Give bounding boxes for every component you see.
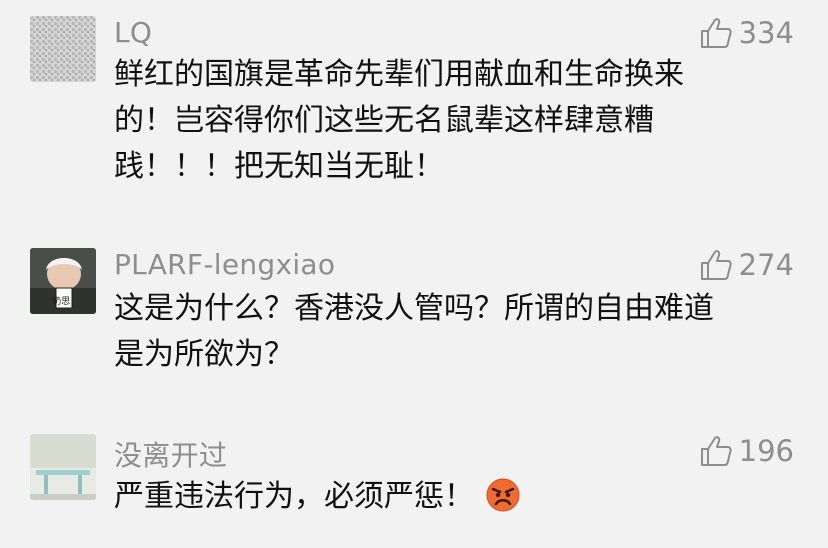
comment-text: 严重违法行为，必须严惩！	[114, 474, 794, 520]
avatar-image	[30, 16, 96, 82]
comment-line: 的！岂容得你们这些无名鼠辈这样肆意糟	[114, 103, 654, 138]
username[interactable]: PLARF-lengxiao	[114, 248, 335, 281]
username[interactable]: LQ	[114, 16, 152, 49]
avatar-caption: 奶思!	[52, 295, 74, 307]
like-button[interactable]: 274	[699, 248, 794, 282]
thumbs-up-icon	[700, 18, 732, 48]
thumbs-up-icon	[700, 250, 732, 280]
comment-line: 是为所欲为？	[114, 337, 294, 372]
avatar-image: 奶思!	[30, 248, 96, 314]
comment-line: 这是为什么？香港没人管吗？所谓的自由难道	[114, 291, 714, 326]
comment-line: 践！！！把无知当无耻！	[114, 149, 444, 184]
comment-line: 严重违法行为，必须严惩！	[114, 479, 474, 514]
comment-text: 这是为什么？香港没人管吗？所谓的自由难道 是为所欲为？	[114, 286, 794, 378]
avatar-image	[30, 434, 96, 500]
comment-item: 奶思! PLARF-lengxiao 274 这是为什么？香港没人管吗？所谓的自…	[0, 232, 828, 402]
like-button[interactable]: 196	[699, 434, 794, 468]
avatar[interactable]	[30, 16, 96, 82]
like-count: 334	[738, 16, 794, 50]
comment-line: 鲜红的国旗是革命先辈们用献血和生命换来	[114, 57, 684, 92]
comment-item: LQ 334 鲜红的国旗是革命先辈们用献血和生命换来 的！岂容得你们这些无名鼠辈…	[0, 0, 828, 200]
thumbs-up-icon	[700, 436, 732, 466]
avatar[interactable]: 奶思!	[30, 248, 96, 314]
avatar[interactable]	[30, 434, 96, 500]
like-count: 274	[738, 248, 794, 282]
comment-item: 没离开过 196 严重违法行为，必须严惩！	[0, 418, 828, 548]
angry-face-icon	[486, 478, 520, 512]
like-count: 196	[738, 434, 794, 468]
username[interactable]: 没离开过	[114, 434, 227, 474]
comment-text: 鲜红的国旗是革命先辈们用献血和生命换来 的！岂容得你们这些无名鼠辈这样肆意糟 践…	[114, 52, 794, 190]
like-button[interactable]: 334	[699, 16, 794, 50]
